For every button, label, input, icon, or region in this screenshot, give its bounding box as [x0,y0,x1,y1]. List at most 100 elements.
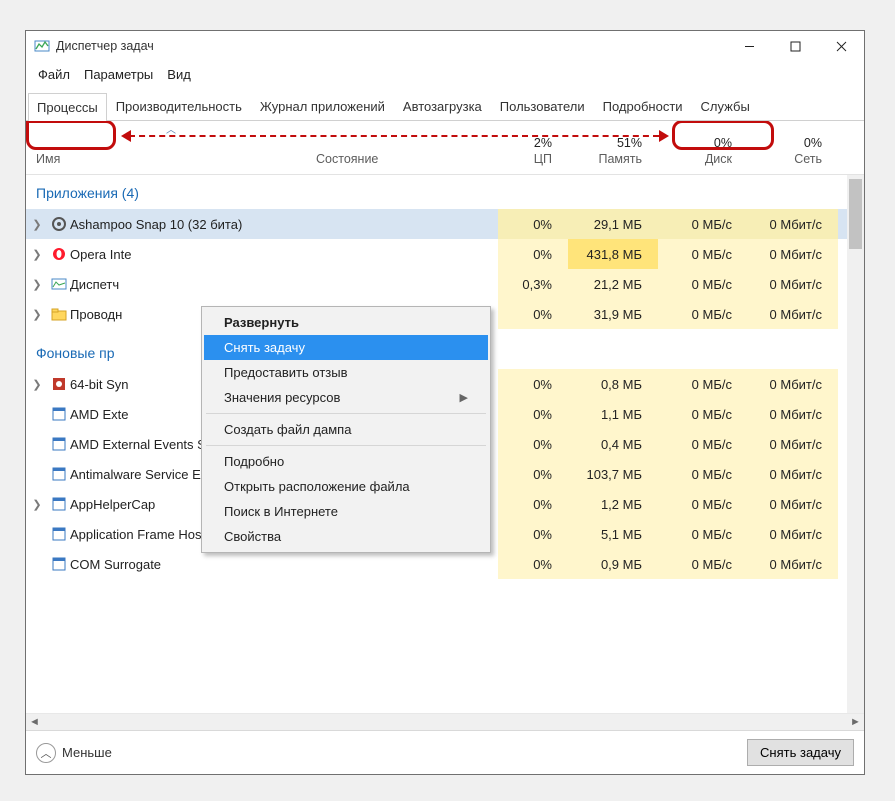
process-row[interactable]: ❯ Opera Inte 0% 431,8 МБ 0 МБ/с 0 Мбит/с [26,239,864,269]
column-header-name[interactable]: Имя [26,152,316,166]
process-disk: 0 МБ/с [658,239,748,269]
column-header-memory[interactable]: 51% Память [568,136,658,166]
exe-icon [48,406,70,422]
window-title: Диспетчер задач [56,39,726,53]
column-header-disk[interactable]: 0% Диск [658,136,748,166]
process-memory: 103,7 МБ [568,459,658,489]
process-name: Ashampoo Snap 10 (32 бита) [70,217,316,232]
maximize-button[interactable] [772,31,818,61]
cpu-label: ЦП [534,152,552,166]
context-menu: Развернуть Снять задачу Предоставить отз… [201,306,491,553]
minimize-button[interactable] [726,31,772,61]
column-header-state[interactable]: Состояние [316,152,498,166]
group-apps-header[interactable]: Приложения (4) [26,175,864,209]
fewer-details-label: Меньше [62,745,112,760]
ctx-expand[interactable]: Развернуть [204,310,488,335]
tab-bar: Процессы Производительность Журнал прило… [26,92,864,121]
tab-startup[interactable]: Автозагрузка [394,92,491,120]
expand-chevron-icon[interactable]: ❯ [26,308,48,321]
process-disk: 0 МБ/с [658,299,748,329]
process-network: 0 Мбит/с [748,429,838,459]
column-header-cpu[interactable]: 2% ЦП [498,136,568,166]
process-memory: 431,8 МБ [568,239,658,269]
exe-icon [48,526,70,542]
process-cpu: 0,3% [498,269,568,299]
taskmgr-app-icon [48,276,70,292]
mem-label: Память [598,152,642,166]
process-memory: 5,1 МБ [568,519,658,549]
tab-services[interactable]: Службы [692,92,759,120]
titlebar: Диспетчер задач [26,31,864,61]
process-network: 0 Мбит/с [748,459,838,489]
ctx-go-to-details[interactable]: Подробно [204,449,488,474]
tab-performance[interactable]: Производительность [107,92,251,120]
process-disk: 0 МБ/с [658,459,748,489]
ctx-feedback[interactable]: Предоставить отзыв [204,360,488,385]
end-task-button[interactable]: Снять задачу [747,739,854,766]
horizontal-scrollbar[interactable]: ◄ ► [26,713,864,730]
process-cpu: 0% [498,209,568,239]
submenu-chevron-icon: ▶ [460,391,468,404]
synaptics-icon [48,376,70,392]
process-row[interactable]: COM Surrogate 0% 0,9 МБ 0 МБ/с 0 Мбит/с [26,549,864,579]
process-disk: 0 МБ/с [658,269,748,299]
tab-users[interactable]: Пользователи [491,92,594,120]
exe-icon [48,436,70,452]
scrollbar-thumb[interactable] [849,179,862,249]
ctx-create-dump[interactable]: Создать файл дампа [204,417,488,442]
footer: ︿ Меньше Снять задачу [26,730,864,774]
ctx-resource-values-label: Значения ресурсов [224,390,340,405]
expand-chevron-icon[interactable]: ❯ [26,498,48,511]
tab-details[interactable]: Подробности [594,92,692,120]
process-disk: 0 МБ/с [658,549,748,579]
scroll-right-icon[interactable]: ► [847,716,864,728]
ctx-separator [206,445,486,446]
process-network: 0 Мбит/с [748,299,838,329]
net-pct: 0% [748,136,822,150]
ctx-end-task[interactable]: Снять задачу [204,335,488,360]
cpu-pct: 2% [498,136,552,150]
fewer-details-toggle[interactable]: ︿ Меньше [36,743,112,763]
task-manager-window: Диспетчер задач Файл Параметры Вид Проце… [25,30,865,775]
process-network: 0 Мбит/с [748,549,838,579]
column-headers: ︿ Имя Состояние 2% ЦП 51% Память 0% Диск… [26,121,864,175]
process-memory: 31,9 МБ [568,299,658,329]
process-name: Диспетч [70,277,316,292]
process-network: 0 Мбит/с [748,519,838,549]
expand-chevron-icon[interactable]: ❯ [26,278,48,291]
exe-icon [48,496,70,512]
process-memory: 21,2 МБ [568,269,658,299]
vertical-scrollbar[interactable] [847,175,864,713]
menu-view[interactable]: Вид [161,65,197,84]
process-cpu: 0% [498,459,568,489]
process-memory: 29,1 МБ [568,209,658,239]
column-header-network[interactable]: 0% Сеть [748,136,838,166]
menu-file[interactable]: Файл [32,65,76,84]
process-network: 0 Мбит/с [748,369,838,399]
ctx-search-online[interactable]: Поиск в Интернете [204,499,488,524]
process-memory: 0,4 МБ [568,429,658,459]
expand-chevron-icon[interactable]: ❯ [26,378,48,391]
process-cpu: 0% [498,369,568,399]
process-cpu: 0% [498,429,568,459]
close-button[interactable] [818,31,864,61]
expand-chevron-icon[interactable]: ❯ [26,218,48,231]
process-cpu: 0% [498,239,568,269]
process-row[interactable]: ❯ Диспетч 0,3% 21,2 МБ 0 МБ/с 0 Мбит/с [26,269,864,299]
tab-processes[interactable]: Процессы [28,93,107,121]
process-row[interactable]: ❯ Ashampoo Snap 10 (32 бита) 0% 29,1 МБ … [26,209,864,239]
ctx-properties[interactable]: Свойства [204,524,488,549]
process-cpu: 0% [498,519,568,549]
snap-icon [48,216,70,232]
scroll-left-icon[interactable]: ◄ [26,716,43,728]
process-disk: 0 МБ/с [658,429,748,459]
tab-app-history[interactable]: Журнал приложений [251,92,394,120]
process-cpu: 0% [498,549,568,579]
process-disk: 0 МБ/с [658,519,748,549]
ctx-resource-values[interactable]: Значения ресурсов ▶ [204,385,488,410]
net-label: Сеть [794,152,822,166]
expand-chevron-icon[interactable]: ❯ [26,248,48,261]
process-memory: 1,1 МБ [568,399,658,429]
menu-options[interactable]: Параметры [78,65,159,84]
ctx-open-location[interactable]: Открыть расположение файла [204,474,488,499]
